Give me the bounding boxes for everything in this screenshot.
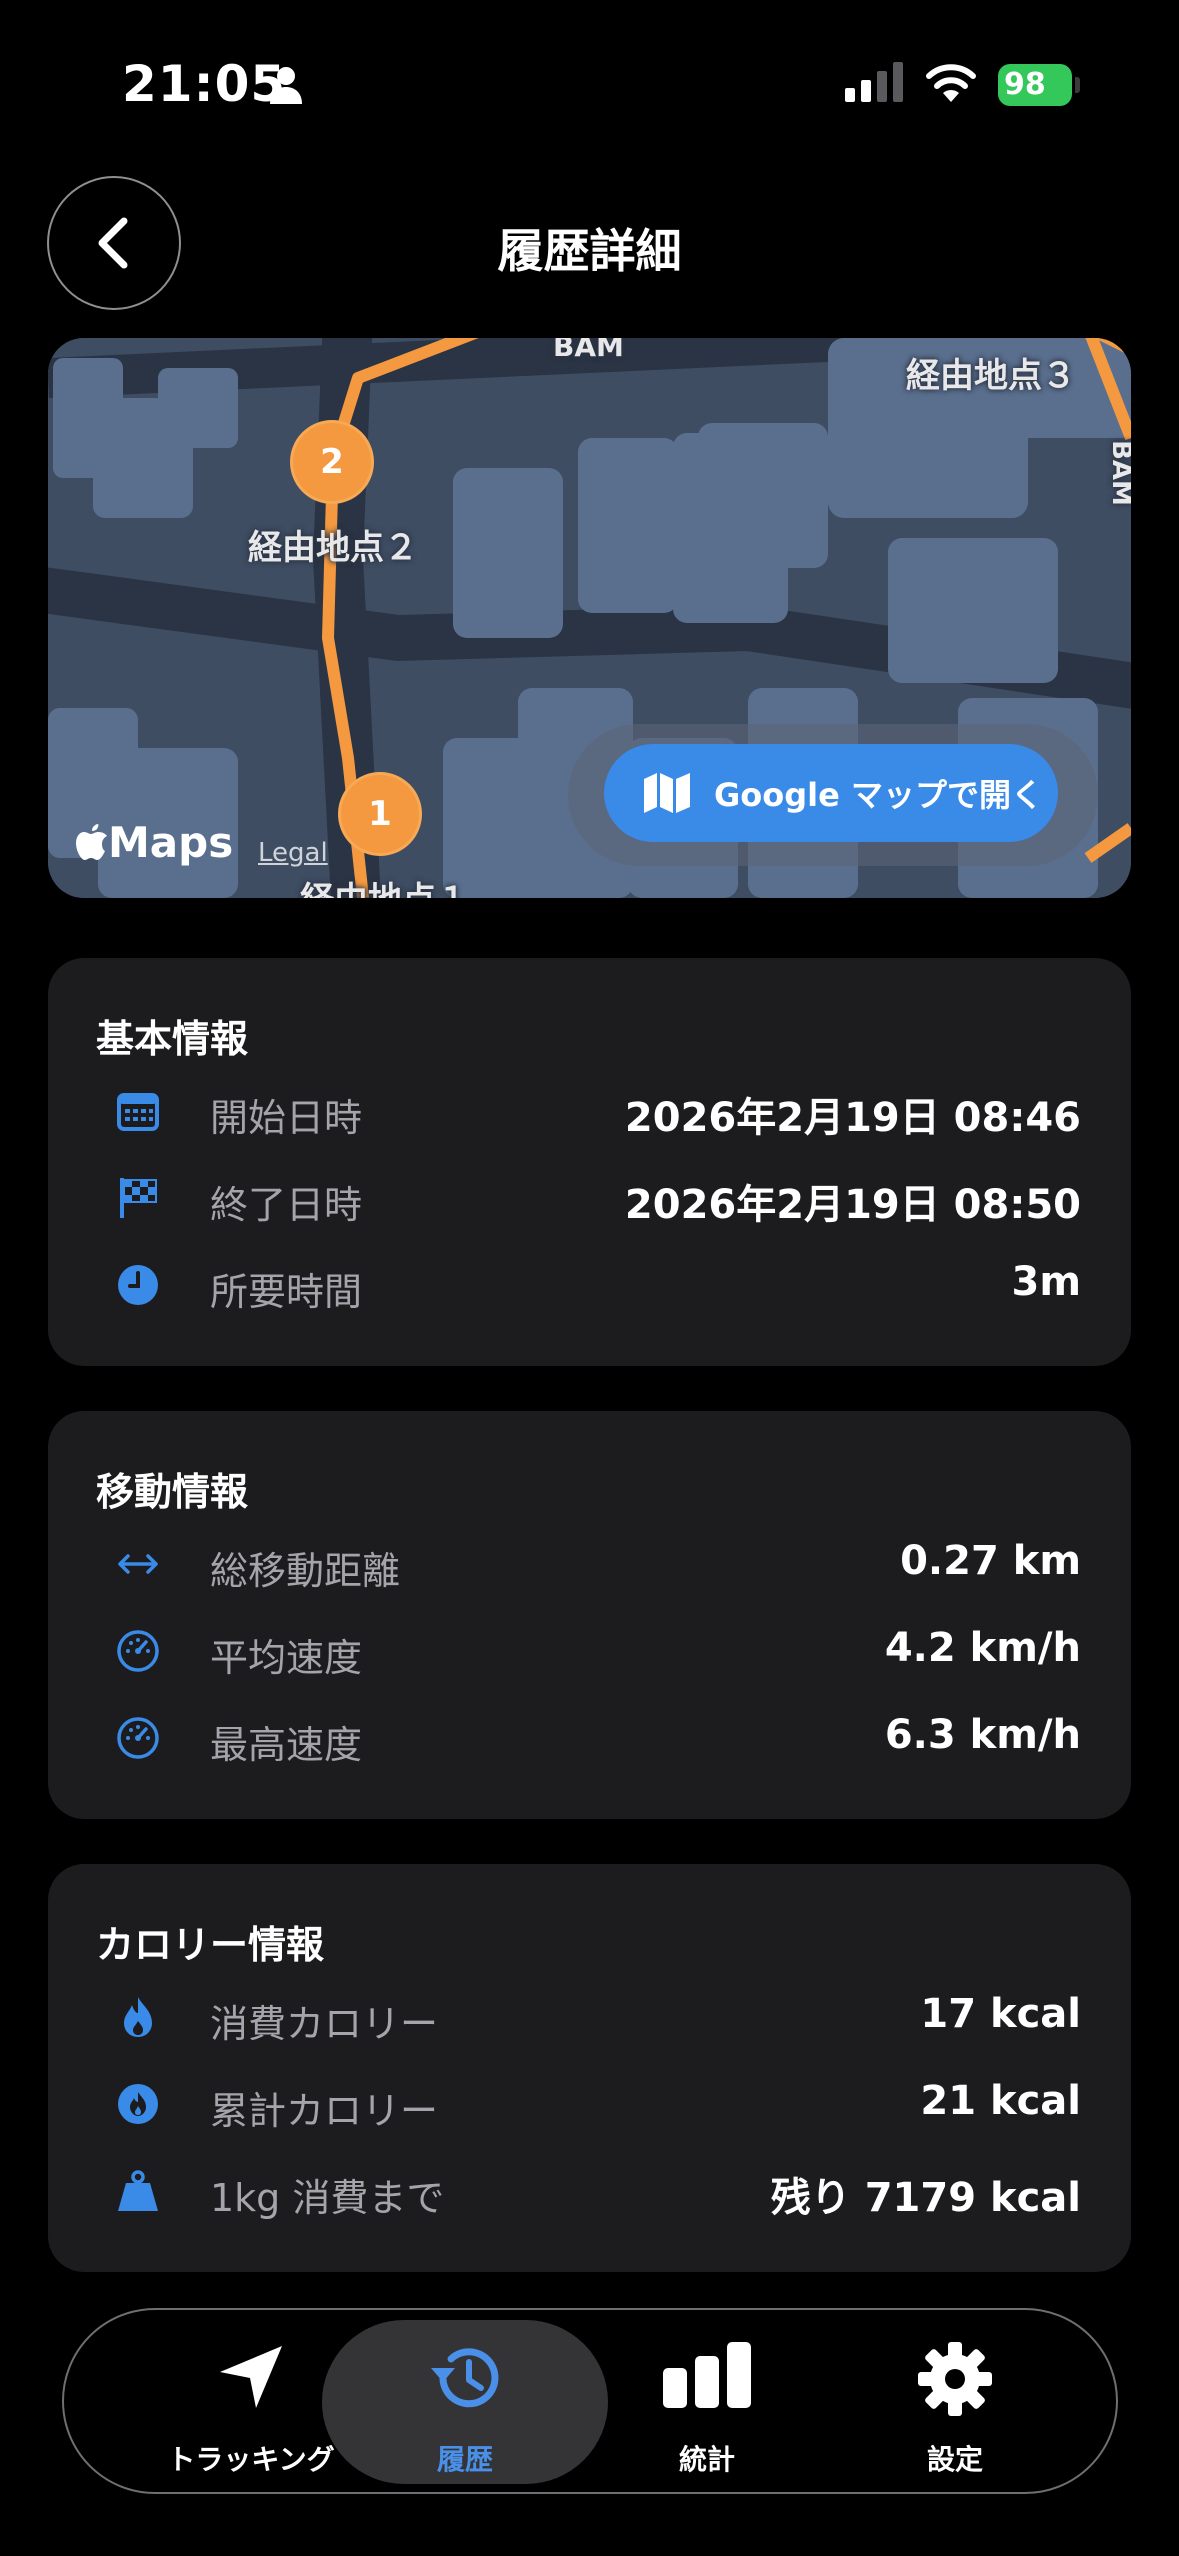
- person-icon: [270, 67, 302, 104]
- burned-calories-value: 17 kcal: [920, 1991, 1081, 2037]
- duration-label: 所要時間: [210, 1270, 363, 1314]
- until-1kg-value: 残り 7179 kcal: [770, 2175, 1081, 2221]
- waypoint-marker-1[interactable]: 1: [338, 772, 422, 856]
- distance-value: 0.27 km: [900, 1538, 1081, 1584]
- duration-value: 3m: [1011, 1259, 1081, 1305]
- speedometer-icon: [117, 1630, 159, 1672]
- horizontal-arrows-icon: [118, 1554, 158, 1574]
- tab-settings[interactable]: 設定: [812, 2320, 1098, 2484]
- movement-info-title: 移動情報: [96, 1470, 249, 1514]
- end-time-row: 終了日時 2026年2月19日 08:50: [48, 1162, 1131, 1232]
- history-icon: [431, 2348, 499, 2408]
- movement-info-card: 移動情報 総移動距離 0.27 km 平均速度 4.2 km/h 最高速度 6.…: [48, 1411, 1131, 1819]
- route-map[interactable]: BAM BAM 経由地点３ 経由地点２ 経由地点１ 2 1 Maps Legal…: [48, 338, 1131, 898]
- calorie-info-title: カロリー情報: [96, 1923, 325, 1967]
- status-time: 21:05: [122, 55, 287, 113]
- flame-icon: [124, 1997, 152, 2037]
- checkered-flag-icon: [120, 1178, 157, 1218]
- max-speed-label: 最高速度: [210, 1723, 363, 1767]
- gear-icon: [918, 2342, 992, 2416]
- apple-maps-logo: Maps: [76, 818, 233, 867]
- waypoint1-label: 経由地点１: [300, 872, 470, 898]
- map-street-label-side: BAM: [1105, 440, 1131, 506]
- avg-speed-value: 4.2 km/h: [884, 1625, 1081, 1671]
- start-time-row: 開始日時 2026年2月19日 08:46: [48, 1075, 1131, 1145]
- open-google-maps-label: Google マップで開く: [714, 776, 1043, 814]
- wifi-icon: [926, 64, 976, 102]
- tab-stats-label: 統計: [678, 2443, 735, 2476]
- basic-info-card: 基本情報 開始日時 2026年2月19日 08:46 終了日時 2026年2月1…: [48, 958, 1131, 1366]
- distance-row: 総移動距離 0.27 km: [48, 1528, 1131, 1598]
- start-time-label: 開始日時: [210, 1096, 363, 1140]
- battery-tip: [1075, 77, 1080, 93]
- legal-link[interactable]: Legal: [258, 838, 328, 868]
- burned-calories-row: 消費カロリー 17 kcal: [48, 1981, 1131, 2051]
- duration-row: 所要時間 3m: [48, 1249, 1131, 1319]
- open-google-maps-button[interactable]: Google マップで開く: [604, 744, 1058, 842]
- page-title: 履歴詳細: [497, 224, 682, 278]
- total-calories-value: 21 kcal: [920, 2078, 1081, 2124]
- weight-icon: [118, 2170, 158, 2211]
- waypoint3-label: 経由地点３: [906, 356, 1076, 396]
- until-1kg-row: 1kg 消費まで 残り 7179 kcal: [48, 2155, 1131, 2225]
- avg-speed-label: 平均速度: [210, 1636, 363, 1680]
- max-speed-value: 6.3 km/h: [884, 1712, 1081, 1758]
- location-arrow-icon: [220, 2346, 282, 2408]
- tab-stats[interactable]: 統計: [564, 2320, 850, 2484]
- start-time-value: 2026年2月19日 08:46: [624, 1095, 1081, 1141]
- calorie-info-card: カロリー情報 消費カロリー 17 kcal 累計カロリー 21 kcal 1kg: [48, 1864, 1131, 2272]
- until-1kg-label: 1kg 消費まで: [210, 2176, 445, 2220]
- flame-circle-icon: [118, 2084, 158, 2124]
- history-detail-screen: 21:05 98 履歴詳細 BAM BAM 経由地点３ 経由地点２ 2 1 Ma…: [0, 0, 1179, 2556]
- waypoint2-label: 経由地点２: [248, 528, 418, 568]
- tab-bar: トラッキング 履歴 統計 設定: [62, 2308, 1118, 2494]
- status-bar: 21:05 98: [0, 0, 1179, 170]
- end-time-label: 終了日時: [210, 1183, 363, 1227]
- calendar-icon: [117, 1093, 159, 1131]
- avg-speed-row: 平均速度 4.2 km/h: [48, 1615, 1131, 1685]
- maps-brand-text: Maps: [108, 818, 234, 867]
- burned-calories-label: 消費カロリー: [210, 2002, 439, 2046]
- folded-map-icon: [644, 773, 690, 813]
- bar-chart-icon: [663, 2342, 751, 2408]
- waypoint-marker-2[interactable]: 2: [290, 420, 374, 504]
- total-calories-row: 累計カロリー 21 kcal: [48, 2068, 1131, 2138]
- tab-settings-label: 設定: [926, 2443, 983, 2476]
- total-calories-label: 累計カロリー: [210, 2089, 439, 2133]
- speedometer-icon: [117, 1717, 159, 1759]
- apple-icon: [76, 823, 107, 860]
- basic-info-title: 基本情報: [96, 1017, 249, 1061]
- map-street-label: BAM: [553, 338, 624, 363]
- battery-indicator: 98: [998, 64, 1080, 106]
- clock-icon: [118, 1265, 158, 1305]
- cellular-signal-icon: [845, 62, 903, 102]
- battery-level: 98: [998, 64, 1072, 106]
- distance-label: 総移動距離: [210, 1549, 401, 1593]
- max-speed-row: 最高速度 6.3 km/h: [48, 1702, 1131, 1772]
- end-time-value: 2026年2月19日 08:50: [624, 1182, 1081, 1228]
